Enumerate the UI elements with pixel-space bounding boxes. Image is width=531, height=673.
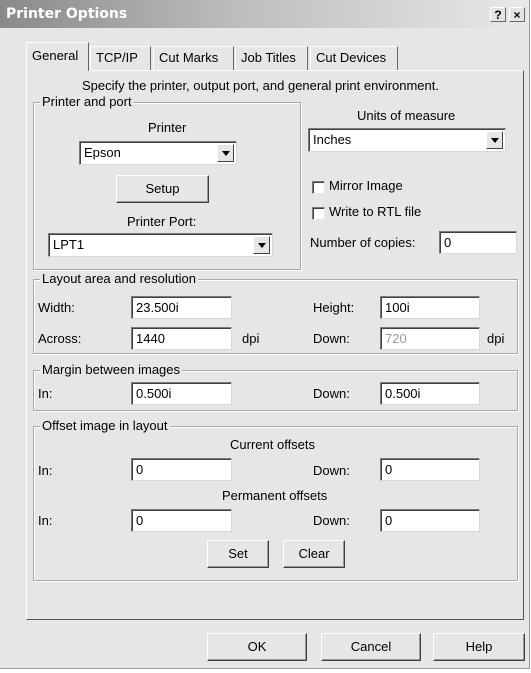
ok-button[interactable]: OK bbox=[207, 633, 307, 661]
title-bar[interactable]: Printer Options ? × bbox=[0, 0, 529, 28]
chevron-down-icon[interactable] bbox=[253, 236, 270, 254]
current-offsets-label: Current offsets bbox=[230, 437, 316, 452]
layout-group-label: Layout area and resolution bbox=[40, 271, 198, 286]
permanent-down-input[interactable]: 0 bbox=[380, 509, 480, 532]
clear-button[interactable]: Clear bbox=[283, 540, 345, 568]
tab-description: Specify the printer, output port, and ge… bbox=[82, 78, 439, 93]
printer-options-dialog: Printer Options ? × General TCP/IP Cut M… bbox=[0, 0, 530, 669]
close-icon[interactable]: × bbox=[509, 7, 525, 22]
across-label: Across: bbox=[38, 331, 82, 346]
margin-in-label: In: bbox=[38, 386, 53, 401]
printer-port-select-value: LPT1 bbox=[53, 237, 85, 252]
copies-label: Number of copies: bbox=[310, 235, 416, 250]
tab-cut-marks[interactable]: Cut Marks bbox=[153, 46, 234, 70]
tab-tcp-ip[interactable]: TCP/IP bbox=[90, 46, 151, 70]
chevron-down-icon[interactable] bbox=[217, 144, 234, 162]
margin-down-input[interactable]: 0.500i bbox=[380, 382, 480, 405]
printer-select-value: Epson bbox=[84, 145, 121, 160]
tab-general[interactable]: General bbox=[26, 42, 89, 71]
current-down-input[interactable]: 0 bbox=[380, 458, 480, 481]
mirror-image-checkbox[interactable] bbox=[312, 181, 325, 194]
chevron-down-icon[interactable] bbox=[486, 131, 503, 149]
height-input[interactable]: 100i bbox=[380, 296, 480, 319]
write-rtl-label: Write to RTL file bbox=[329, 204, 422, 219]
dpi-label-across: dpi bbox=[242, 331, 260, 346]
set-button[interactable]: Set bbox=[207, 540, 269, 568]
current-in-input[interactable]: 0 bbox=[131, 458, 232, 481]
tab-job-titles[interactable]: Job Titles bbox=[235, 46, 308, 70]
permanent-in-label: In: bbox=[38, 513, 53, 528]
help-icon[interactable]: ? bbox=[490, 7, 506, 22]
write-rtl-checkbox[interactable] bbox=[312, 207, 325, 220]
printer-port-group-label: Printer and port bbox=[40, 94, 134, 109]
current-down-label: Down: bbox=[313, 463, 350, 478]
units-select[interactable]: Inches bbox=[308, 128, 506, 152]
down-input: 720 bbox=[380, 327, 480, 350]
printer-label: Printer bbox=[148, 120, 187, 135]
help-button[interactable]: Help bbox=[433, 633, 525, 661]
current-in-label: In: bbox=[38, 463, 53, 478]
dpi-label-down: dpi bbox=[487, 331, 505, 346]
permanent-down-label: Down: bbox=[313, 513, 350, 528]
tab-cut-devices[interactable]: Cut Devices bbox=[310, 46, 398, 70]
cancel-button[interactable]: Cancel bbox=[321, 633, 421, 661]
across-input[interactable]: 1440 bbox=[131, 327, 232, 350]
margin-down-label: Down: bbox=[313, 386, 350, 401]
units-label: Units of measure bbox=[357, 108, 456, 123]
units-select-value: Inches bbox=[313, 132, 352, 147]
mirror-image-label: Mirror Image bbox=[329, 178, 403, 193]
down-label: Down: bbox=[313, 331, 350, 346]
offset-group-label: Offset image in layout bbox=[40, 418, 170, 433]
width-input[interactable]: 23.500i bbox=[131, 296, 232, 319]
height-label: Height: bbox=[313, 300, 355, 315]
margin-group-label: Margin between images bbox=[40, 362, 183, 377]
printer-select[interactable]: Epson bbox=[79, 141, 237, 165]
permanent-offsets-label: Permanent offsets bbox=[222, 488, 328, 503]
window-title: Printer Options bbox=[6, 6, 128, 22]
permanent-in-input[interactable]: 0 bbox=[131, 509, 232, 532]
printer-port-label: Printer Port: bbox=[127, 214, 197, 229]
width-label: Width: bbox=[38, 300, 75, 315]
setup-button[interactable]: Setup bbox=[116, 175, 209, 203]
printer-port-select[interactable]: LPT1 bbox=[48, 233, 273, 257]
margin-in-input[interactable]: 0.500i bbox=[131, 382, 232, 405]
copies-input[interactable]: 0 bbox=[439, 231, 517, 254]
